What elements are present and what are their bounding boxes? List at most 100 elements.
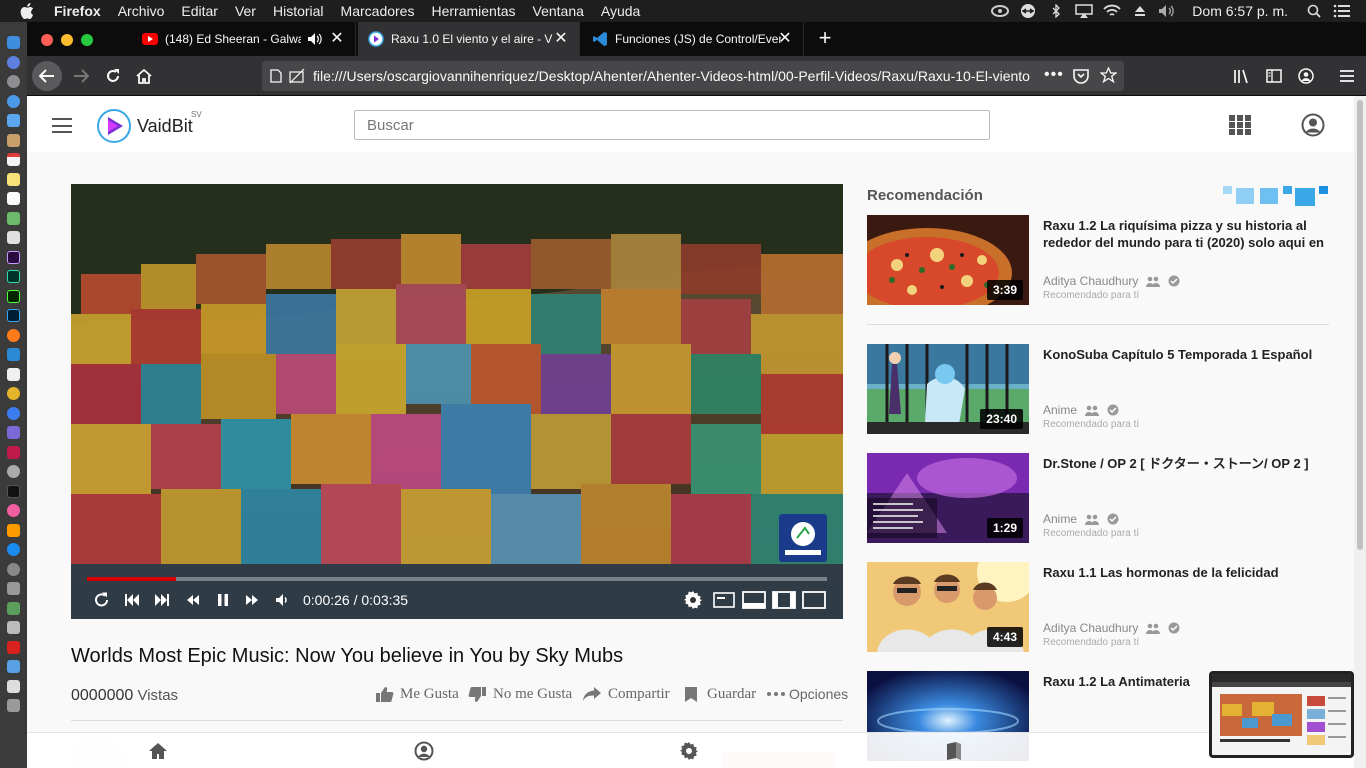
screen-recording-preview[interactable]	[1209, 671, 1354, 758]
menu-archivo[interactable]: Archivo	[118, 3, 165, 19]
wifi-icon[interactable]	[1100, 4, 1124, 18]
rewind-icon[interactable]	[182, 590, 204, 610]
dislike-button[interactable]: No me Gusta	[467, 685, 572, 703]
vscode-icon[interactable]	[7, 348, 20, 361]
apple-icon[interactable]	[20, 3, 38, 19]
itunes-icon[interactable]	[7, 504, 20, 517]
permissions-icon[interactable]	[289, 68, 305, 89]
siri-icon[interactable]	[7, 55, 20, 69]
close-icon[interactable]: ✕	[553, 31, 569, 47]
photoshop-icon[interactable]	[7, 309, 20, 322]
menu-ayuda[interactable]: Ayuda	[601, 3, 640, 19]
textedit-icon[interactable]	[7, 367, 20, 381]
acrobat-icon[interactable]	[7, 640, 20, 654]
window-zoom-button[interactable]	[81, 34, 93, 46]
video-card-title[interactable]: Dr.Stone / OP 2 [ ドクター・ストーン/ OP 2 ]	[1043, 455, 1329, 472]
reload-button[interactable]	[99, 62, 127, 90]
photos-icon[interactable]	[7, 231, 20, 244]
bluetooth-icon[interactable]	[1044, 4, 1068, 18]
firefox-icon[interactable]	[7, 328, 20, 342]
document-icon[interactable]	[7, 679, 20, 693]
video-card-author[interactable]: Aditya Chaudhury	[1043, 621, 1182, 635]
search-input[interactable]	[354, 110, 990, 140]
page-actions-icon[interactable]: •••	[1044, 66, 1064, 84]
previous-icon[interactable]	[121, 590, 143, 610]
appstore-icon[interactable]	[7, 543, 20, 556]
settings-icon[interactable]	[679, 741, 699, 761]
author-name[interactable]: Anime	[1043, 403, 1077, 417]
finder-icon[interactable]	[7, 36, 20, 49]
calendar-icon[interactable]	[7, 153, 20, 166]
menu-app-firefox[interactable]: Firefox	[54, 3, 101, 19]
video-card-author[interactable]: Aditya Chaudhury	[1043, 274, 1182, 288]
scrollbar-thumb[interactable]	[1357, 100, 1363, 550]
maps-icon[interactable]	[7, 211, 20, 225]
account-icon[interactable]	[1301, 113, 1325, 137]
fast-forward-icon[interactable]	[241, 590, 263, 610]
trash-icon[interactable]	[7, 699, 20, 712]
close-icon[interactable]: ✕	[777, 31, 793, 47]
launchpad-icon[interactable]	[7, 75, 20, 88]
next-icon[interactable]	[151, 590, 173, 610]
recommendation-card[interactable]: 23:40 KonoSuba Capítulo 5 Temporada 1 Es…	[867, 344, 1329, 434]
notes-icon[interactable]	[7, 172, 20, 186]
tab-raxu[interactable]: Raxu 1.0 El viento y el aire - Vid ✕	[358, 22, 580, 56]
image-icon[interactable]	[7, 601, 20, 615]
video-card-title[interactable]: KonoSuba Capítulo 5 Temporada 1 Español	[1043, 346, 1329, 363]
search-icon[interactable]	[1302, 4, 1326, 18]
pause-icon[interactable]	[212, 590, 234, 610]
video-card-author[interactable]: Anime	[1043, 512, 1121, 526]
url-text[interactable]: file:///Users/oscargiovannihenriquez/Des…	[313, 68, 1048, 84]
creative-cloud-icon[interactable]	[988, 4, 1012, 18]
menu-icon[interactable]	[1333, 62, 1361, 90]
miniplayer-icon[interactable]	[742, 590, 766, 610]
new-tab-button[interactable]: +	[813, 27, 837, 51]
drive-icon[interactable]	[7, 621, 20, 634]
list-icon[interactable]	[1330, 4, 1354, 18]
tools-icon[interactable]	[7, 582, 20, 595]
author-name[interactable]: Anime	[1043, 512, 1077, 526]
options-button[interactable]: Opciones	[765, 685, 848, 703]
eject-icon[interactable]	[1128, 4, 1152, 18]
page-icon[interactable]	[270, 69, 282, 88]
apps-grid-icon[interactable]	[1229, 115, 1253, 135]
save-button[interactable]: Guardar	[681, 685, 756, 703]
volume-icon[interactable]	[272, 590, 294, 610]
tab-funciones[interactable]: Funciones (JS) de Control/Even ✕	[582, 22, 804, 56]
contacts-icon[interactable]	[7, 133, 20, 147]
video-thumbnail[interactable]: 1:29	[867, 453, 1029, 543]
recommendation-card[interactable]: 1:29 Dr.Stone / OP 2 [ ドクター・ストーン/ OP 2 ]…	[867, 453, 1329, 543]
replay-icon[interactable]	[91, 590, 113, 610]
audition-icon[interactable]	[7, 270, 20, 283]
recommendation-card[interactable]: 4:43 Raxu 1.1 Las hormonas de la felicid…	[867, 562, 1329, 652]
reminders-icon[interactable]	[7, 192, 20, 205]
home-icon[interactable]	[148, 741, 168, 761]
home-button[interactable]	[130, 62, 158, 90]
menubar-clock[interactable]: Dom 6:57 p. m.	[1192, 3, 1288, 19]
tab-youtube[interactable]: (148) Ed Sheeran - Galway Girl ✕	[132, 22, 356, 56]
bookmark-star-icon[interactable]	[1099, 66, 1118, 89]
menu-ventana[interactable]: Ventana	[533, 3, 584, 19]
mail-icon[interactable]	[7, 114, 20, 127]
settings-gear-icon[interactable]	[682, 590, 704, 610]
xcode-icon[interactable]	[7, 426, 20, 439]
hamburger-menu-icon[interactable]	[52, 118, 72, 133]
chrome-icon[interactable]	[7, 387, 20, 400]
window-close-button[interactable]	[41, 34, 53, 46]
menu-historial[interactable]: Historial	[273, 3, 324, 19]
volume-icon[interactable]	[1156, 4, 1180, 18]
safari-icon[interactable]	[7, 94, 20, 108]
messenger-icon[interactable]	[7, 406, 20, 420]
video-thumbnail[interactable]: 4:43	[867, 562, 1029, 652]
brand-name[interactable]: VaidBit	[137, 116, 193, 137]
video-progress-bar[interactable]	[87, 577, 827, 581]
share-button[interactable]: Compartir	[582, 685, 670, 703]
vaidbit-logo-icon[interactable]	[96, 108, 132, 144]
menu-marcadores[interactable]: Marcadores	[341, 3, 415, 19]
video-card-author[interactable]: Anime	[1043, 403, 1121, 417]
page-scrollbar[interactable]	[1354, 96, 1366, 768]
video-thumbnail[interactable]: 23:40	[867, 344, 1029, 434]
recommendation-card[interactable]: 3:39 Raxu 1.2 La riquísima pizza y su hi…	[867, 215, 1329, 305]
library-book-icon[interactable]	[944, 741, 964, 761]
author-name[interactable]: Aditya Chaudhury	[1043, 621, 1138, 635]
